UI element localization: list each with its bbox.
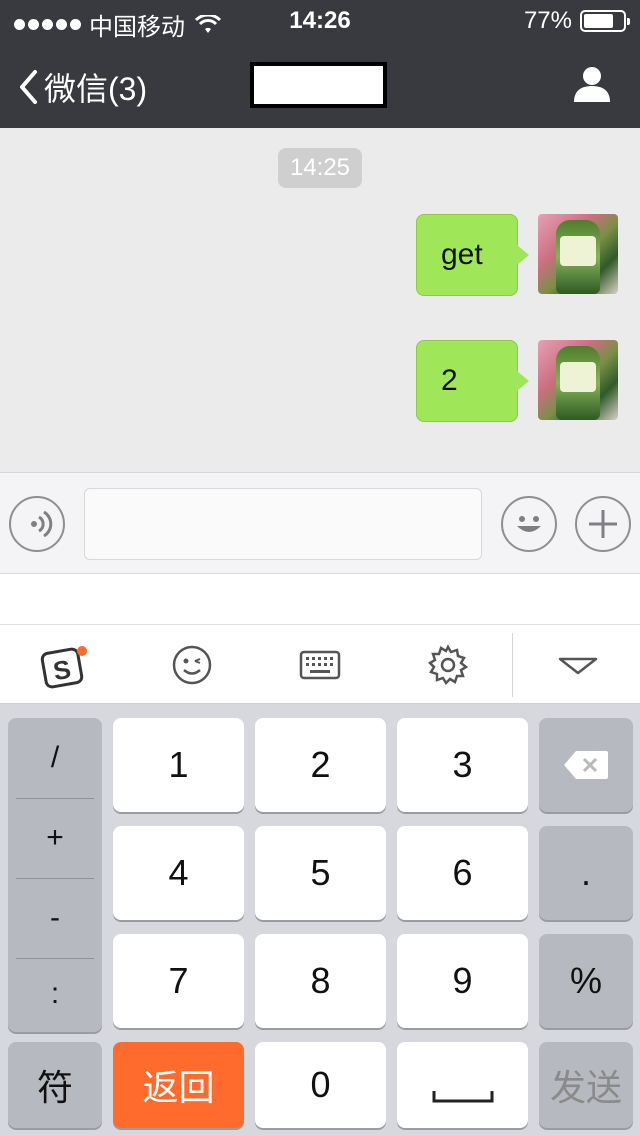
emoji-face-icon[interactable] <box>170 643 214 687</box>
space-icon <box>432 1091 493 1103</box>
navigation-bar: 微信(3) <box>0 40 640 128</box>
backspace-button[interactable] <box>539 718 633 812</box>
message-text: get <box>441 238 483 271</box>
send-button[interactable]: 发送 <box>539 1042 633 1128</box>
top-bar: 中国移动 14:26 77% 微信(3) <box>0 0 640 128</box>
symbol-column[interactable]: / + - : <box>8 718 102 1032</box>
battery-percent: 77% <box>523 7 572 34</box>
battery-icon <box>580 10 630 32</box>
voice-button[interactable] <box>9 496 65 552</box>
key-7[interactable]: 7 <box>113 934 244 1028</box>
message-bubble[interactable]: get <box>416 214 529 296</box>
space-button[interactable] <box>397 1042 528 1128</box>
gear-icon[interactable] <box>426 643 470 687</box>
avatar[interactable] <box>538 214 618 294</box>
symbol-key[interactable]: 符 <box>8 1042 102 1128</box>
plus-icon <box>589 510 617 538</box>
input-bar <box>0 472 640 574</box>
status-bar: 中国移动 14:26 77% <box>0 0 640 41</box>
avatar[interactable] <box>538 340 618 420</box>
key-percent[interactable]: % <box>539 934 633 1028</box>
key-dot[interactable]: . <box>539 826 633 920</box>
more-button[interactable] <box>575 496 631 552</box>
back-button[interactable]: 微信(3) <box>18 64 147 110</box>
key-6[interactable]: 6 <box>397 826 528 920</box>
back-label: 微信(3) <box>44 71 148 107</box>
return-button[interactable]: 返回 <box>113 1042 244 1128</box>
key-plus[interactable]: + <box>8 798 102 878</box>
key-minus[interactable]: - <box>8 878 102 958</box>
chevron-left-icon <box>20 70 37 104</box>
message-timestamp: 14:25 <box>278 148 362 188</box>
keyboard-toolbar: S <box>0 624 640 704</box>
sogou-logo-icon[interactable]: S <box>40 645 88 689</box>
backspace-icon <box>564 751 608 779</box>
message-input[interactable] <box>84 488 482 560</box>
emoji-button[interactable] <box>501 496 557 552</box>
key-4[interactable]: 4 <box>113 826 244 920</box>
key-colon[interactable]: : <box>8 954 102 1034</box>
key-3[interactable]: 3 <box>397 718 528 812</box>
message-bubble[interactable]: 2 <box>416 340 529 422</box>
numeric-keyboard: / + - : 1 2 3 4 5 6 . 7 8 9 % 符 返回 0 发送 <box>0 704 640 1136</box>
key-1[interactable]: 1 <box>113 718 244 812</box>
smiley-icon <box>517 516 541 532</box>
profile-icon[interactable] <box>572 64 612 104</box>
key-5[interactable]: 5 <box>255 826 386 920</box>
message-text: 2 <box>441 364 458 397</box>
voice-icon <box>31 510 53 538</box>
key-8[interactable]: 8 <box>255 934 386 1028</box>
message-row: get <box>416 214 618 296</box>
chat-area[interactable]: 14:25 get 2 <box>0 128 640 472</box>
keyboard-icon[interactable] <box>298 643 342 687</box>
key-0[interactable]: 0 <box>255 1042 386 1128</box>
toolbar-divider <box>512 633 513 697</box>
message-row: 2 <box>416 340 618 422</box>
chat-title-redacted <box>250 62 387 108</box>
battery-info: 77% <box>523 7 630 35</box>
key-9[interactable]: 9 <box>397 934 528 1028</box>
keyboard-candidate-area <box>0 574 640 624</box>
key-slash[interactable]: / <box>8 718 102 798</box>
key-2[interactable]: 2 <box>255 718 386 812</box>
collapse-triangle-icon[interactable] <box>556 643 600 687</box>
